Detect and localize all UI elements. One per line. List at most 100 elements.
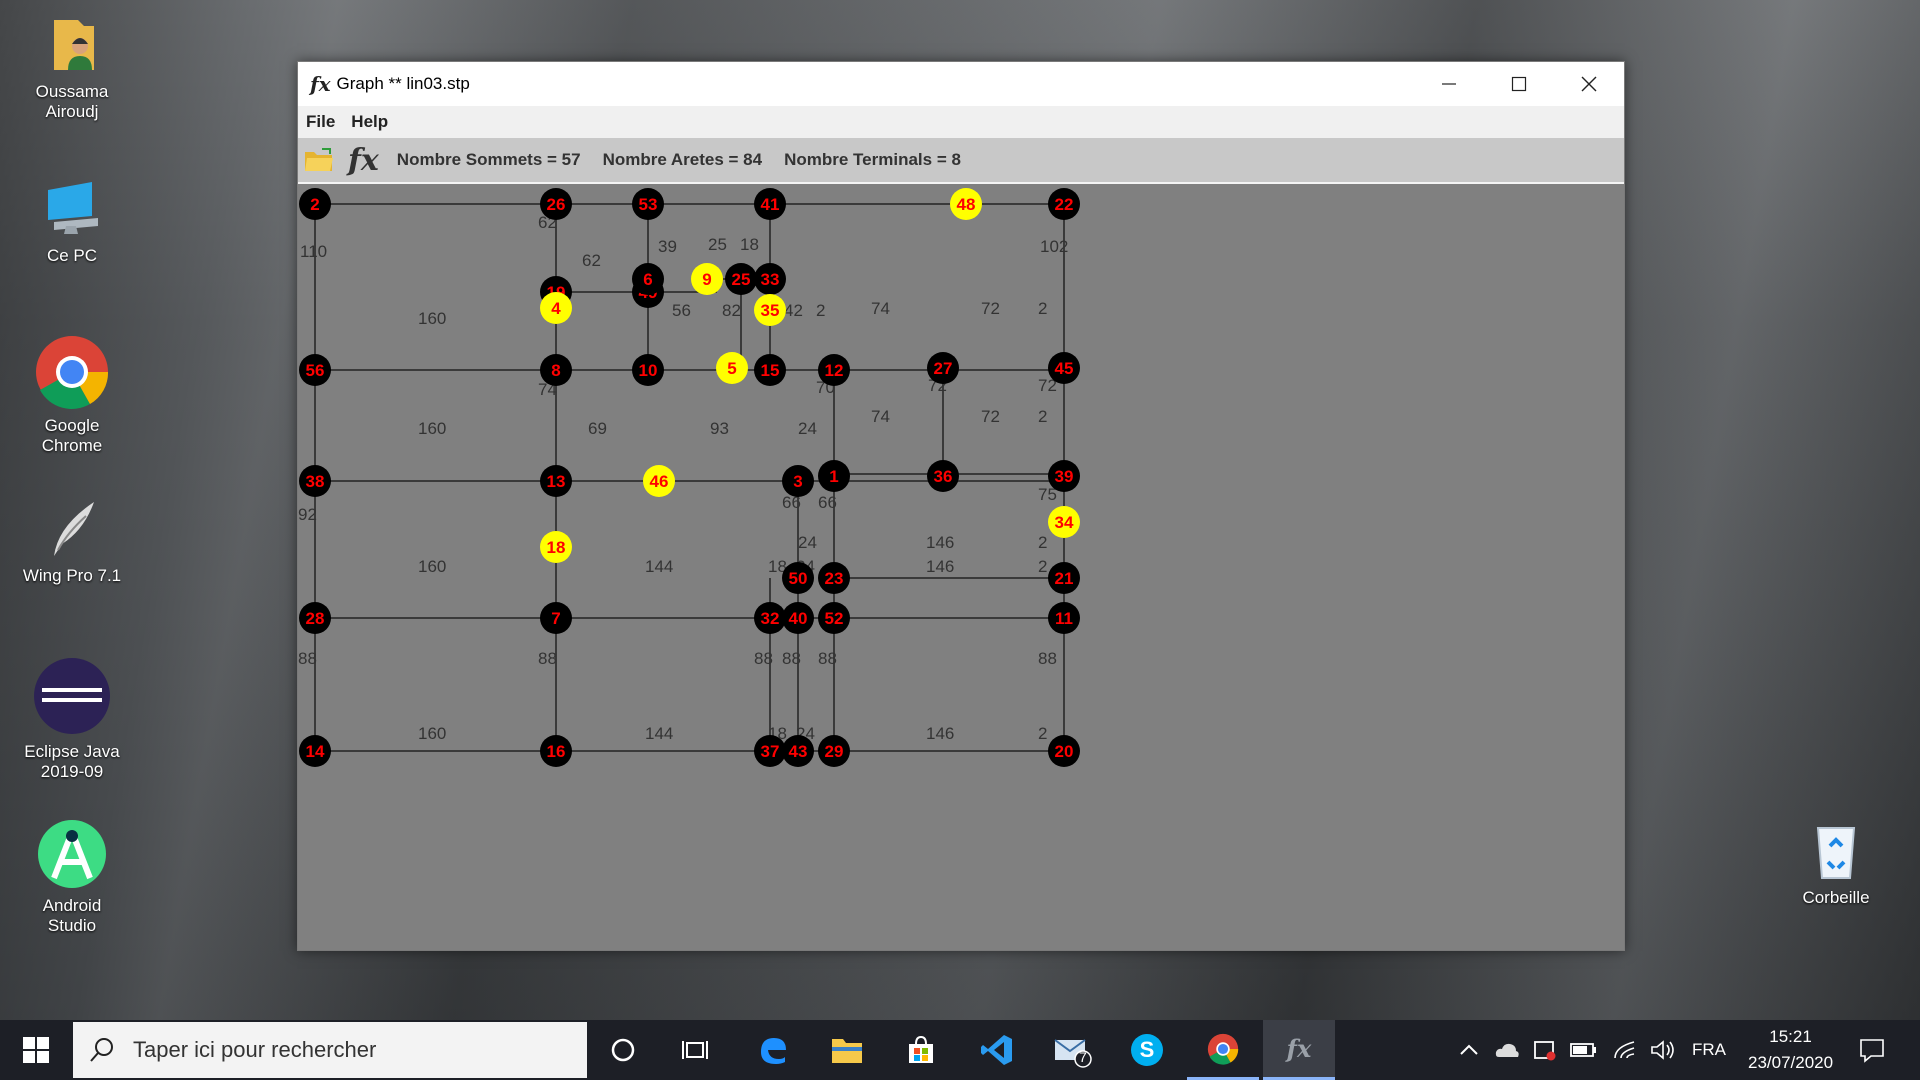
node-label: 34 — [1055, 513, 1074, 532]
close-button[interactable] — [1554, 62, 1624, 106]
graph-node-5[interactable]: 5 — [716, 352, 748, 384]
volume-icon[interactable] — [1650, 1039, 1678, 1061]
graph-node-1[interactable]: 1 — [818, 460, 850, 492]
clock[interactable]: 15:21 23/07/2020 — [1748, 1024, 1833, 1076]
graph-node-18[interactable]: 18 — [540, 531, 572, 563]
graph-node-36[interactable]: 36 — [927, 460, 959, 492]
task-view-button[interactable] — [659, 1020, 731, 1080]
node-label: 41 — [761, 195, 780, 214]
graph-node-27[interactable]: 27 — [927, 352, 959, 384]
graph-node-29[interactable]: 29 — [818, 735, 850, 767]
graph-node-16[interactable]: 16 — [540, 735, 572, 767]
graph-node-15[interactable]: 15 — [754, 354, 786, 386]
chrome-taskbar-button[interactable] — [1187, 1020, 1259, 1080]
title-bar[interactable]: fx Graph ** lin03.stp — [298, 62, 1624, 106]
language-indicator[interactable]: FRA — [1692, 1040, 1726, 1060]
graph-node-9[interactable]: 9 — [691, 263, 723, 295]
node-label: 53 — [639, 195, 658, 214]
mail-button[interactable]: 7 — [1037, 1020, 1109, 1080]
edge-weight: 72 — [981, 407, 1000, 426]
graph-node-43[interactable]: 43 — [782, 735, 814, 767]
security-icon[interactable] — [1532, 1039, 1558, 1061]
stat-terminals: Nombre Terminals = 8 — [784, 150, 961, 169]
graph-node-10[interactable]: 10 — [632, 354, 664, 386]
graph-node-28[interactable]: 28 — [299, 602, 331, 634]
menu-file[interactable]: File — [306, 112, 335, 132]
task-view-icon — [682, 1041, 708, 1059]
graph-node-25[interactable]: 25 — [725, 263, 757, 295]
node-label: 5 — [727, 359, 736, 378]
edge-weight: 88 — [298, 649, 317, 668]
graph-node-34[interactable]: 34 — [1048, 506, 1080, 538]
graph-node-3[interactable]: 3 — [782, 465, 814, 497]
graph-node-33[interactable]: 33 — [754, 263, 786, 295]
onedrive-icon[interactable] — [1494, 1039, 1520, 1061]
graph-node-52[interactable]: 52 — [818, 602, 850, 634]
vscode-button[interactable] — [961, 1020, 1033, 1080]
graph-node-26[interactable]: 26 — [540, 188, 572, 220]
graph-node-8[interactable]: 8 — [540, 354, 572, 386]
graph-node-50[interactable]: 50 — [782, 562, 814, 594]
node-label: 29 — [825, 742, 844, 761]
menu-bar: File Help — [298, 106, 1624, 138]
graph-node-56[interactable]: 56 — [299, 354, 331, 386]
maximize-button[interactable] — [1484, 62, 1554, 106]
graph-node-39[interactable]: 39 — [1048, 460, 1080, 492]
skype-button[interactable]: S — [1111, 1020, 1183, 1080]
desktop-icon-label: Oussama Airoudj — [35, 82, 109, 121]
graph-node-41[interactable]: 41 — [754, 188, 786, 220]
cortana-button[interactable] — [587, 1020, 659, 1080]
graph-node-6[interactable]: 6 — [632, 263, 664, 295]
graph-node-2[interactable]: 2 — [299, 188, 331, 220]
graph-node-46[interactable]: 46 — [643, 465, 675, 497]
graph-node-11[interactable]: 11 — [1048, 602, 1080, 634]
desktop-icon-eclipse[interactable]: Eclipse Java 2019-09 — [17, 656, 127, 782]
chrome-icon — [1207, 1033, 1239, 1065]
desktop-icon-this-pc[interactable]: Ce PC — [17, 176, 127, 266]
store-button[interactable] — [885, 1020, 957, 1080]
graph-node-37[interactable]: 37 — [754, 735, 786, 767]
node-label: 38 — [306, 472, 325, 491]
graph-node-48[interactable]: 48 — [950, 188, 982, 220]
edge-weight: 69 — [588, 419, 607, 438]
graph-node-14[interactable]: 14 — [299, 735, 331, 767]
chevron-up-icon[interactable] — [1458, 1040, 1480, 1060]
desktop-icon-android-studio[interactable]: Android Studio — [17, 818, 127, 936]
graph-node-40[interactable]: 40 — [782, 602, 814, 634]
graph-node-4[interactable]: 4 — [540, 292, 572, 324]
fx-app-taskbar-button[interactable]: fx — [1263, 1020, 1335, 1080]
graph-node-20[interactable]: 20 — [1048, 735, 1080, 767]
graph-node-13[interactable]: 13 — [540, 465, 572, 497]
edge-weight: 88 — [754, 649, 773, 668]
graph-node-12[interactable]: 12 — [818, 354, 850, 386]
desktop-icon-user-folder[interactable]: Oussama Airoudj — [17, 12, 127, 122]
graph-node-7[interactable]: 7 — [540, 602, 572, 634]
graph-canvas[interactable]: 110 62 39 25 18 102 62 56 82 42 2 74 72 … — [298, 184, 1624, 950]
edge-weight: 160 — [418, 557, 446, 576]
graph-node-53[interactable]: 53 — [632, 188, 664, 220]
graph-node-35[interactable]: 35 — [754, 294, 786, 326]
start-button[interactable] — [0, 1020, 72, 1080]
open-folder-button[interactable] — [304, 148, 334, 172]
graph-nodes: 1949226534148226925334355681051512274538… — [299, 188, 1080, 767]
graph-node-22[interactable]: 22 — [1048, 188, 1080, 220]
graph-node-38[interactable]: 38 — [299, 465, 331, 497]
desktop-icon-recycle-bin[interactable]: Corbeille — [1781, 818, 1891, 908]
graph-node-23[interactable]: 23 — [818, 562, 850, 594]
graph-node-32[interactable]: 32 — [754, 602, 786, 634]
graph-node-21[interactable]: 21 — [1048, 562, 1080, 594]
edge-icon — [761, 1038, 786, 1064]
wifi-icon[interactable] — [1612, 1039, 1638, 1061]
desktop-icon-wing[interactable]: Wing Pro 7.1 — [17, 496, 127, 586]
action-center-button[interactable] — [1836, 1020, 1908, 1080]
desktop-icon-chrome[interactable]: Google Chrome — [17, 334, 127, 456]
battery-icon[interactable] — [1570, 1041, 1598, 1059]
taskbar-search-box[interactable]: Taper ici pour rechercher — [73, 1022, 587, 1078]
graph-node-45[interactable]: 45 — [1048, 352, 1080, 384]
minimize-button[interactable] — [1414, 62, 1484, 106]
node-label: 45 — [1055, 359, 1074, 378]
menu-help[interactable]: Help — [351, 112, 388, 132]
file-explorer-button[interactable] — [811, 1020, 883, 1080]
edge-button[interactable] — [737, 1020, 809, 1080]
edge-weight: 144 — [645, 724, 673, 743]
